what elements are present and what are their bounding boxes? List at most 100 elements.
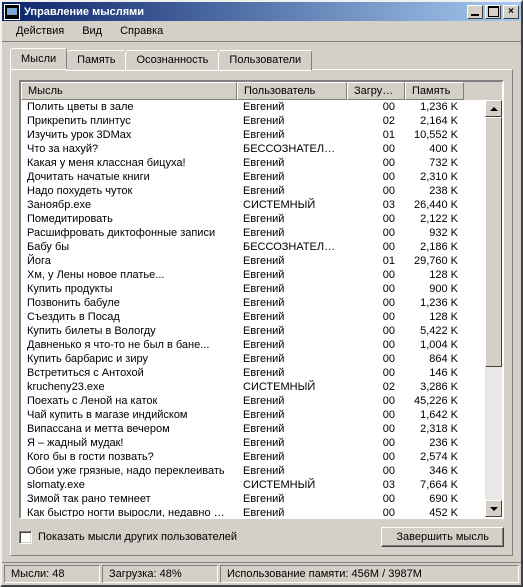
table-row[interactable]: Зимой так рано темнеетЕвгений00690 K [21,492,485,506]
cell-memory: 7,664 K [405,478,464,492]
titlebar[interactable]: Управление мыслями × [2,2,521,21]
cell-thought: Йога [21,254,237,268]
tab-memory[interactable]: Память [66,50,126,71]
cell-memory: 238 K [405,184,464,198]
close-button[interactable]: × [503,5,519,19]
menu-view[interactable]: Вид [74,23,110,39]
cell-user: Евгений [237,184,347,198]
table-row[interactable]: Хм, у Лены новое платье...Евгений00128 K [21,268,485,282]
cell-memory: 29,760 K [405,254,464,268]
cell-user: Евгений [237,226,347,240]
table-row[interactable]: Випассана и метта вечеромЕвгений002,318 … [21,422,485,436]
menu-help[interactable]: Справка [112,23,171,39]
cell-user: Евгений [237,114,347,128]
cell-user: Евгений [237,296,347,310]
table-row[interactable]: Бабу быБЕССОЗНАТЕЛЬНОЕ002,186 K [21,240,485,254]
table-row[interactable]: krucheny23.exeСИСТЕМНЫЙ023,286 K [21,380,485,394]
table-row[interactable]: Обои уже грязные, надо переклеиватьЕвген… [21,464,485,478]
checkbox-box[interactable] [19,531,32,544]
tab-users[interactable]: Пользователи [218,50,312,71]
table-row[interactable]: Давненько я что-то не был в бане...Евген… [21,338,485,352]
table-row[interactable]: slomaty.exeСИСТЕМНЫЙ037,664 K [21,478,485,492]
cell-load: 00 [347,352,405,366]
table-row[interactable]: Купить барбарис и зируЕвгений00864 K [21,352,485,366]
cell-thought: Купить билеты в Вологду [21,324,237,338]
cell-user: Евгений [237,170,347,184]
table-row[interactable]: Расшифровать диктофонные записиЕвгений00… [21,226,485,240]
cell-load: 03 [347,478,405,492]
table-row[interactable]: Поехать с Леной на катокЕвгений0045,226 … [21,394,485,408]
table-row[interactable]: Прикрепить плинтусЕвгений022,164 K [21,114,485,128]
scroll-down-button[interactable] [485,500,502,517]
cell-memory: 1,236 K [405,100,464,114]
cell-memory: 128 K [405,310,464,324]
cell-user: Евгений [237,492,347,506]
panel-bottom: Показать мысли других пользователей Заве… [19,519,504,547]
scroll-up-button[interactable] [485,100,502,117]
column-thought[interactable]: Мысль [21,82,237,100]
tab-thoughts[interactable]: Мысли [10,48,67,69]
table-row[interactable]: Полить цветы в залеЕвгений001,236 K [21,100,485,114]
cell-memory: 400 K [405,142,464,156]
table-row[interactable]: Кого бы в гости позвать?Евгений002,574 K [21,450,485,464]
table-row[interactable]: Встретиться с АнтохойЕвгений00146 K [21,366,485,380]
cell-memory: 2,164 K [405,114,464,128]
status-thoughts: Мысли: 48 [4,565,100,583]
cell-memory: 690 K [405,492,464,506]
cell-user: Евгений [237,450,347,464]
cell-thought: Съездить в Посад [21,310,237,324]
cell-user: СИСТЕМНЫЙ [237,478,347,492]
cell-memory: 10,552 K [405,128,464,142]
listview-header: Мысль Пользователь Загрузка Память [21,82,502,100]
table-row[interactable]: Что за нахуй?БЕССОЗНАТЕЛЬНОЕ00400 K [21,142,485,156]
cell-memory: 2,186 K [405,240,464,254]
cell-memory: 128 K [405,268,464,282]
table-row[interactable]: Как быстро ногти выросли, недавно же..Ев… [21,506,485,517]
scroll-thumb[interactable] [485,117,502,367]
show-others-checkbox[interactable]: Показать мысли других пользователей [19,531,237,544]
cell-user: БЕССОЗНАТЕЛЬНОЕ [237,142,347,156]
table-row[interactable]: Надо похудеть чутокЕвгений00238 K [21,184,485,198]
cell-memory: 732 K [405,156,464,170]
cell-thought: Бабу бы [21,240,237,254]
vertical-scrollbar[interactable] [485,100,502,517]
minimize-button[interactable] [467,5,483,19]
tab-awareness[interactable]: Осознанность [125,50,219,71]
menu-actions[interactable]: Действия [8,23,72,39]
cell-memory: 26,440 K [405,198,464,212]
table-row[interactable]: Какая у меня классная бицуха!Евгений0073… [21,156,485,170]
column-memory[interactable]: Память [405,82,464,100]
cell-load: 00 [347,100,405,114]
column-user[interactable]: Пользователь [237,82,347,100]
cell-thought: Кого бы в гости позвать? [21,450,237,464]
cell-thought: Полить цветы в зале [21,100,237,114]
table-row[interactable]: Заноябр.exeСИСТЕМНЫЙ0326,440 K [21,198,485,212]
table-row[interactable]: Купить билеты в ВологдуЕвгений005,422 K [21,324,485,338]
table-row[interactable]: Изучить урок 3DMaxЕвгений0110,552 K [21,128,485,142]
table-row[interactable]: Дочитать начатые книгиЕвгений002,310 K [21,170,485,184]
table-row[interactable]: Позвонить бабулеЕвгений001,236 K [21,296,485,310]
cell-load: 00 [347,226,405,240]
cell-load: 00 [347,422,405,436]
cell-memory: 1,236 K [405,296,464,310]
cell-memory: 3,286 K [405,380,464,394]
cell-user: Евгений [237,366,347,380]
cell-thought: Я – жадный мудак! [21,436,237,450]
end-thought-button[interactable]: Завершить мысль [381,527,504,547]
table-row[interactable]: Чай купить в магазе индийскомЕвгений001,… [21,408,485,422]
cell-thought: Расшифровать диктофонные записи [21,226,237,240]
cell-user: СИСТЕМНЫЙ [237,198,347,212]
cell-user: Евгений [237,422,347,436]
column-load[interactable]: Загрузка [347,82,405,100]
menubar: Действия Вид Справка [2,21,521,42]
table-row[interactable]: Я – жадный мудак!Евгений00236 K [21,436,485,450]
table-row[interactable]: ПомедитироватьЕвгений002,122 K [21,212,485,226]
table-row[interactable]: ЙогаЕвгений0129,760 K [21,254,485,268]
cell-load: 00 [347,464,405,478]
maximize-button[interactable] [485,5,501,19]
cell-thought: Помедитировать [21,212,237,226]
table-row[interactable]: Купить продуктыЕвгений00900 K [21,282,485,296]
cell-memory: 5,422 K [405,324,464,338]
table-row[interactable]: Съездить в ПосадЕвгений00128 K [21,310,485,324]
cell-user: Евгений [237,506,347,517]
